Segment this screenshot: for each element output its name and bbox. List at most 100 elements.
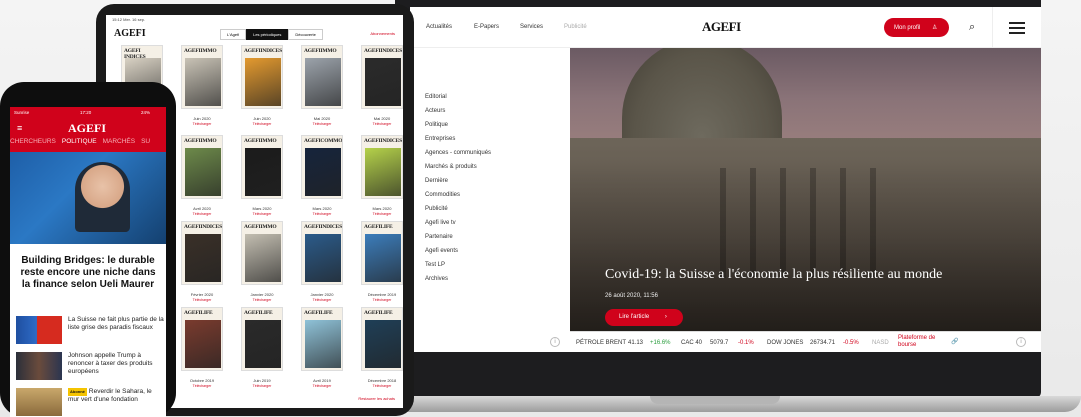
issue-date: Mars 2020: [312, 206, 332, 211]
magazine-cover-image: [185, 148, 221, 196]
sidebar-item-commodities[interactable]: Commodities: [425, 192, 460, 198]
category-chercheurs[interactable]: CHERCHEURS: [10, 138, 56, 145]
download-link[interactable]: Télécharger: [294, 122, 350, 126]
category-politique[interactable]: POLITIQUE: [62, 138, 97, 145]
tab-decouverte[interactable]: Découverte: [288, 29, 323, 40]
category-more[interactable]: SU: [141, 138, 150, 145]
sidebar-item-events[interactable]: Agefi events: [425, 248, 458, 254]
hamburger-menu-button[interactable]: [992, 7, 1041, 48]
magazine-cover[interactable]: AGEFILIFE: [361, 307, 403, 371]
profile-button[interactable]: Mon profil ♙: [884, 18, 949, 37]
magazine-cover[interactable]: AGEFIIMMO: [181, 135, 223, 199]
download-link[interactable]: Télécharger: [234, 122, 290, 126]
hero-banner[interactable]: Covid-19: la Suisse a l'économie la plus…: [570, 48, 1041, 331]
ticker-name[interactable]: PÉTROLE BRENT: [576, 340, 626, 346]
magazine-cover[interactable]: AGEFIIMMO: [241, 135, 283, 199]
magazine-cover[interactable]: AGEFIINDICES: [241, 45, 283, 109]
phone-header: Sunrise 17:20 24% ≡ AGEFI CHERCHEURS POLI…: [10, 107, 166, 152]
link-icon[interactable]: 🔗: [951, 338, 958, 345]
ticker-name[interactable]: CAC 40: [681, 340, 702, 346]
sidebar-item-live-tv[interactable]: Agefi live tv: [425, 220, 456, 226]
download-link[interactable]: Télécharger: [174, 122, 230, 126]
sidebar-item-publicite[interactable]: Publicité: [425, 206, 448, 212]
nav-item-epapers[interactable]: E-Papers: [474, 24, 499, 30]
magazine-cover-image: [185, 320, 221, 368]
magazine-cover[interactable]: AGEFIIMMO: [301, 45, 343, 109]
magazine-cover-image: [185, 234, 221, 282]
list-item[interactable]: Abonné Reverdir le Sahara, le mur vert d'…: [16, 388, 166, 417]
download-link[interactable]: Télécharger: [234, 384, 290, 388]
tab-periodiques[interactable]: Les périodiques: [246, 29, 289, 40]
headline-title[interactable]: Building Bridges: le durable reste encor…: [18, 255, 158, 291]
download-link[interactable]: Télécharger: [294, 384, 350, 388]
download-link[interactable]: Télécharger: [354, 122, 403, 126]
issue-date: Décembre 2019: [367, 292, 397, 297]
trading-platform-link[interactable]: Plateforme de bourse: [898, 335, 946, 349]
magazine-cover[interactable]: AGEFIINDICES: [181, 221, 223, 285]
magazine-title: AGEFIIMMO: [184, 138, 217, 144]
category-marches[interactable]: MARCHÉS: [103, 138, 136, 145]
magazine-title: AGEFIIMMO: [244, 224, 277, 230]
subscriptions-link[interactable]: Abonnements: [370, 31, 395, 36]
nav-item-publicite[interactable]: Publicité: [564, 24, 587, 30]
download-link[interactable]: Télécharger: [354, 212, 403, 216]
phone-logo[interactable]: AGEFI: [68, 121, 106, 136]
sidebar-item-politique[interactable]: Politique: [425, 122, 448, 128]
magazine-cover[interactable]: AGEFIINDICES: [301, 221, 343, 285]
tablet-logo[interactable]: AGEFI: [114, 28, 146, 39]
download-link[interactable]: Télécharger: [234, 212, 290, 216]
sidebar-item-marches[interactable]: Marchés & produits: [425, 164, 477, 170]
sidebar-item-archives[interactable]: Archives: [425, 276, 448, 282]
issue-date: Juin 2020: [253, 116, 271, 121]
issue-date: Janvier 2020: [310, 292, 334, 297]
restore-purchases-link[interactable]: Restaurer les achats: [358, 396, 395, 401]
magazine-cover[interactable]: AGEFILIFE: [301, 307, 343, 371]
read-article-label: Lire l'article: [619, 314, 650, 320]
magazine-cover[interactable]: AGEFILIFE: [241, 307, 283, 371]
nav-item-services[interactable]: Services: [520, 24, 543, 30]
nav-item-actualites[interactable]: Actualités: [426, 24, 452, 30]
sidebar-item-acteurs[interactable]: Acteurs: [425, 108, 445, 114]
info-icon[interactable]: i: [1016, 337, 1026, 347]
ticker-name[interactable]: NASD: [872, 340, 889, 346]
list-item[interactable]: Johnson appelle Trump à renoncer à taxer…: [16, 352, 166, 388]
magazine-cover[interactable]: AGEFIIMMO: [181, 45, 223, 109]
magazine-cover[interactable]: AGEFILIFE: [361, 221, 403, 285]
sidebar-item-editorial[interactable]: Editorial: [425, 94, 447, 100]
tab-agefi[interactable]: L'Agefi: [220, 29, 247, 40]
magazine-cover[interactable]: AGEFICOMMODITIES: [301, 135, 343, 199]
download-link[interactable]: Télécharger: [354, 298, 403, 302]
hamburger-menu-icon[interactable]: ≡: [17, 123, 22, 133]
download-link[interactable]: Télécharger: [294, 212, 350, 216]
download-link[interactable]: Télécharger: [234, 298, 290, 302]
magazine-cover[interactable]: AGEFIINDICES: [361, 135, 403, 199]
download-link[interactable]: Télécharger: [174, 212, 230, 216]
info-icon[interactable]: i: [550, 337, 560, 347]
magazine-cover-image: [305, 320, 341, 368]
site-logo[interactable]: AGEFI: [702, 19, 741, 35]
search-icon[interactable]: ⌕: [969, 21, 975, 34]
download-link[interactable]: Télécharger: [354, 384, 403, 388]
download-link[interactable]: Télécharger: [174, 298, 230, 302]
magazine-cover[interactable]: AGEFILIFE: [181, 307, 223, 371]
download-link[interactable]: Télécharger: [174, 384, 230, 388]
arrow-right-icon: ›: [664, 314, 667, 320]
ticker-value: 26734.71: [810, 340, 836, 346]
magazine-cover-image: [245, 234, 281, 282]
sidebar-item-agences[interactable]: Agences - communiqués: [425, 150, 491, 156]
issue-date: Octobre 2019: [189, 378, 215, 383]
headline-image[interactable]: [10, 152, 166, 244]
article-thumbnail: [16, 388, 62, 416]
hero-title[interactable]: Covid-19: la Suisse a l'économie la plus…: [605, 267, 942, 283]
magazine-cover[interactable]: AGEFIIMMO: [241, 221, 283, 285]
list-item[interactable]: La Suisse ne fait plus partie de la list…: [16, 316, 166, 352]
sidebar-item-derniere[interactable]: Dernière: [425, 178, 448, 184]
read-article-button[interactable]: Lire l'article ›: [605, 309, 683, 326]
sidebar-item-partenaire[interactable]: Partenaire: [425, 234, 453, 240]
download-link[interactable]: Télécharger: [294, 298, 350, 302]
sidebar-item-entreprises[interactable]: Entreprises: [425, 136, 455, 142]
ticker-name[interactable]: DOW JONES: [767, 340, 803, 346]
sidebar-item-test-lp[interactable]: Test LP: [425, 262, 445, 268]
magazine-cover[interactable]: AGEFIINDICES: [361, 45, 403, 109]
magazine-title: AGEFILIFE: [184, 310, 213, 316]
